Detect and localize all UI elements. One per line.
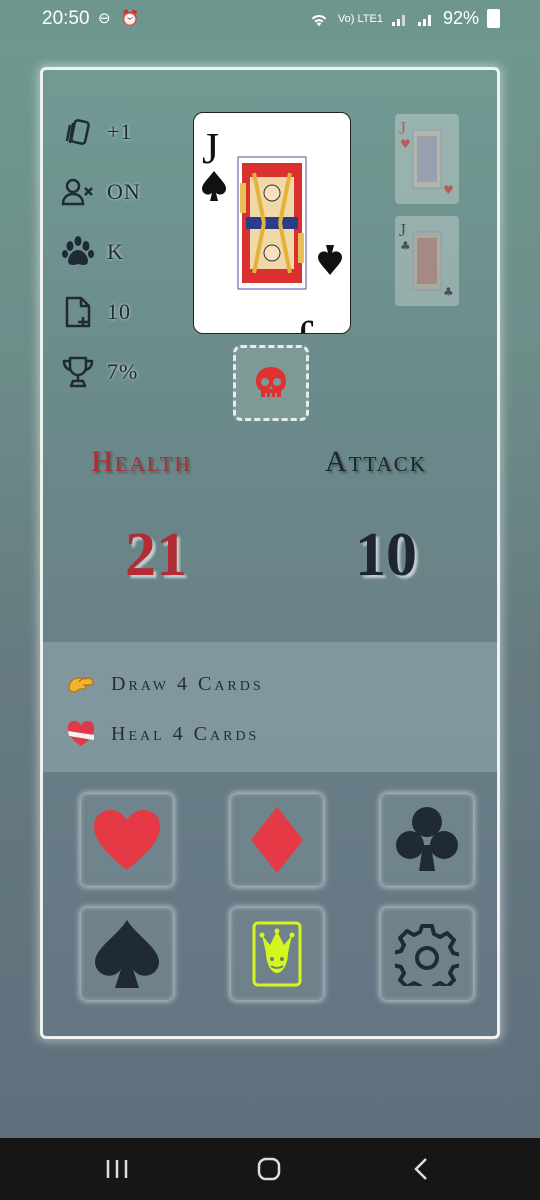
- stat-deck-size: 10: [61, 292, 131, 332]
- battery-icon: [487, 9, 500, 28]
- wifi-icon: [311, 14, 327, 26]
- action-heal: Heal 4 Cards: [65, 718, 259, 750]
- recent-apps-button[interactable]: [100, 1152, 134, 1186]
- user-x-icon: [61, 178, 93, 206]
- svg-text:J: J: [399, 220, 406, 240]
- diamond-suit-icon: [251, 807, 303, 873]
- battery-percent: 92%: [442, 8, 479, 28]
- stat-win-rate: 7%: [61, 352, 138, 392]
- side-card-jack-clubs[interactable]: J ♣ ♣: [395, 216, 459, 306]
- gear-icon: [395, 924, 459, 986]
- status-bar: 20:50 ⊖ ⏰ Vo) LTE1 92%: [0, 0, 540, 40]
- network-label: Vo) LTE1: [337, 12, 383, 25]
- back-button[interactable]: [404, 1152, 438, 1186]
- actions-band: Draw 4 Cards Heal 4 Cards: [43, 642, 497, 772]
- action-draw: Draw 4 Cards: [65, 668, 264, 700]
- joker-icon: [252, 921, 302, 987]
- svg-text:♣: ♣: [400, 239, 411, 253]
- card-rank-bottom: J: [297, 311, 314, 333]
- stat-pet: K: [61, 232, 124, 272]
- health-value: 21: [125, 521, 187, 589]
- stat-user-toggle: ON: [61, 172, 141, 212]
- trophy-icon: [62, 356, 94, 388]
- svg-text:♥: ♥: [400, 137, 411, 151]
- file-plus-icon: [65, 296, 91, 328]
- back-icon: [414, 1158, 427, 1180]
- current-card[interactable]: J J: [193, 112, 351, 334]
- signal-icon: [391, 14, 405, 26]
- heart-suit-icon: [94, 810, 160, 870]
- spade-pip-bottom: [318, 245, 342, 275]
- svg-text:♥: ♥: [443, 183, 454, 197]
- joker-button[interactable]: [231, 908, 323, 1000]
- stat-extra-cards: +1: [61, 112, 132, 152]
- status-time: 20:50: [42, 8, 90, 29]
- card-drop-slot[interactable]: [233, 345, 309, 421]
- pinch-hand-icon: [65, 668, 97, 700]
- home-button[interactable]: [252, 1152, 286, 1186]
- skull-icon: [256, 367, 286, 397]
- diamonds-button[interactable]: [231, 794, 323, 886]
- spade-suit-icon: [95, 920, 159, 988]
- card-rank-top: J: [202, 124, 219, 173]
- attack-label: Attack: [325, 445, 427, 478]
- navigation-bar: [0, 1138, 540, 1200]
- hearts-button[interactable]: [81, 794, 173, 886]
- home-icon: [257, 1157, 281, 1181]
- cards-icon: [65, 119, 90, 145]
- recent-apps-icon: [106, 1160, 128, 1178]
- clubs-button[interactable]: [381, 794, 473, 886]
- settings-button[interactable]: [381, 908, 473, 1000]
- attack-value: 10: [355, 521, 417, 589]
- svg-text:J: J: [399, 118, 406, 138]
- paw-icon: [62, 236, 94, 265]
- signal-icon-2: [417, 14, 431, 26]
- club-suit-icon: [396, 807, 458, 871]
- svg-text:♣: ♣: [443, 285, 454, 299]
- spade-pip-top: [202, 171, 226, 201]
- status-left-icons: ⊖ ⏰: [98, 10, 143, 27]
- bandaged-heart-icon: [65, 718, 97, 750]
- health-label: Health: [91, 445, 192, 478]
- game-panel: +1 ON K 10 7% J J ♥ ♥ J ♣ ♣ Health Attac…: [40, 67, 500, 1039]
- side-card-jack-hearts[interactable]: J ♥ ♥: [395, 114, 459, 204]
- spades-button[interactable]: [81, 908, 173, 1000]
